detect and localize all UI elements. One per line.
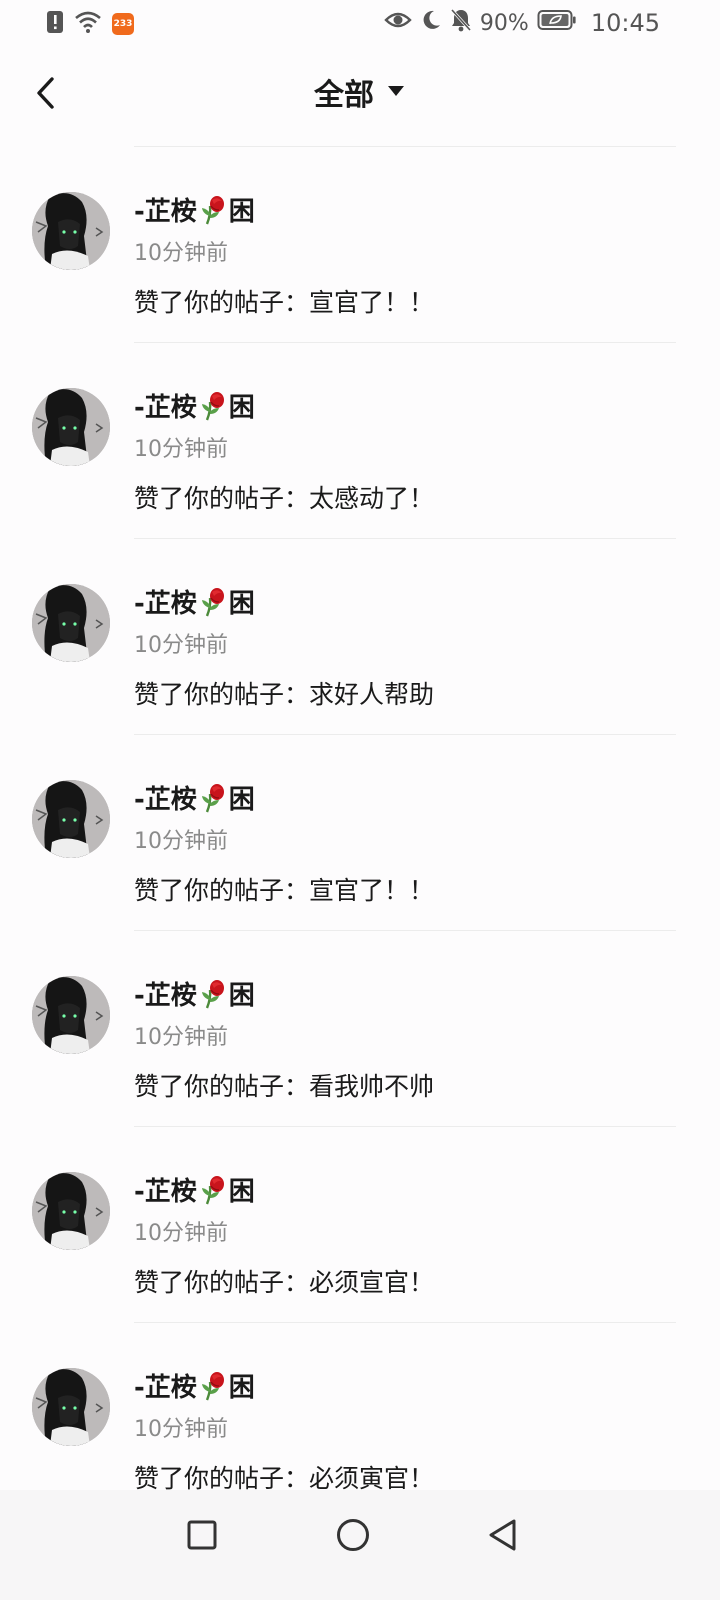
notification-text[interactable]: 赞了你的帖子：太感动了！ xyxy=(134,479,434,515)
timestamp: 10分钟前 xyxy=(134,829,228,854)
wifi-icon xyxy=(74,10,102,38)
user-name[interactable]: -芷桉 困 xyxy=(134,583,255,620)
user-name-suffix: 困 xyxy=(228,785,255,815)
user-name-prefix: -芷桉 xyxy=(134,197,197,227)
wilted-rose-icon xyxy=(199,1174,227,1206)
eye-icon xyxy=(384,10,412,36)
user-name[interactable]: -芷桉 困 xyxy=(134,779,255,816)
user-name-prefix: -芷桉 xyxy=(134,1373,197,1403)
notification-item[interactable]: -芷桉 困 10分钟前 赞了你的帖子：宣官了！！ xyxy=(0,147,720,343)
back-triangle-icon xyxy=(487,1518,519,1556)
system-nav-bar xyxy=(0,1490,720,1600)
notification-text[interactable]: 赞了你的帖子：必须宣官！ xyxy=(134,1263,434,1299)
moon-icon xyxy=(420,9,442,37)
clock: 10:45 xyxy=(590,9,660,37)
avatar[interactable] xyxy=(32,976,110,1054)
recents-square-icon xyxy=(186,1519,218,1555)
notifications-screen: 233 90% 10:45 全部 -芷桉 困 10分钟前 赞了你的帖子：宣官了！… xyxy=(0,0,720,1600)
avatar[interactable] xyxy=(32,584,110,662)
user-name[interactable]: -芷桉 困 xyxy=(134,975,255,1012)
notification-item[interactable]: -芷桉 困 10分钟前 赞了你的帖子：必须宣官！ xyxy=(0,1127,720,1323)
filter-dropdown[interactable]: 全部 xyxy=(0,70,720,114)
avatar[interactable] xyxy=(32,192,110,270)
user-name-prefix: -芷桉 xyxy=(134,589,197,619)
notification-item[interactable]: -芷桉 困 10分钟前 赞了你的帖子：看我帅不帅 xyxy=(0,931,720,1127)
recents-button[interactable] xyxy=(177,1512,227,1562)
home-button[interactable] xyxy=(328,1512,378,1562)
avatar[interactable] xyxy=(32,1368,110,1446)
page-title: 全部 xyxy=(314,78,374,113)
wilted-rose-icon xyxy=(199,390,227,422)
user-name-prefix: -芷桉 xyxy=(134,785,197,815)
wilted-rose-icon xyxy=(199,1370,227,1402)
user-name[interactable]: -芷桉 困 xyxy=(134,387,255,424)
notification-text[interactable]: 赞了你的帖子：宣官了！！ xyxy=(134,283,434,319)
notification-item[interactable]: -芷桉 困 10分钟前 赞了你的帖子：太感动了！ xyxy=(0,343,720,539)
user-name[interactable]: -芷桉 困 xyxy=(134,1171,255,1208)
battery-icon xyxy=(537,9,577,37)
status-bar-right: 90% 10:45 xyxy=(384,8,660,38)
avatar[interactable] xyxy=(32,388,110,466)
status-bar-left: 233 xyxy=(46,10,134,38)
user-name-suffix: 困 xyxy=(228,981,255,1011)
notification-item[interactable]: -芷桉 困 10分钟前 赞了你的帖子：求好人帮助 xyxy=(0,539,720,735)
user-name-suffix: 困 xyxy=(228,393,255,423)
alert-icon xyxy=(46,10,64,38)
wilted-rose-icon xyxy=(199,978,227,1010)
user-name-prefix: -芷桉 xyxy=(134,1177,197,1207)
notification-text[interactable]: 赞了你的帖子：看我帅不帅 xyxy=(134,1067,434,1103)
back-nav-button[interactable] xyxy=(478,1512,528,1562)
wilted-rose-icon xyxy=(199,194,227,226)
user-name[interactable]: -芷桉 困 xyxy=(134,191,255,228)
notification-text[interactable]: 赞了你的帖子：宣官了！！ xyxy=(134,871,434,907)
user-name-suffix: 困 xyxy=(228,1373,255,1403)
wilted-rose-icon xyxy=(199,782,227,814)
wilted-rose-icon xyxy=(199,586,227,618)
bell-off-icon xyxy=(450,8,472,38)
notification-text[interactable]: 赞了你的帖子：求好人帮助 xyxy=(134,675,434,711)
timestamp: 10分钟前 xyxy=(134,1221,228,1246)
user-name-suffix: 困 xyxy=(228,1177,255,1207)
timestamp: 10分钟前 xyxy=(134,1417,228,1442)
home-circle-icon xyxy=(335,1517,371,1557)
battery-percent: 90% xyxy=(479,10,529,36)
user-name-prefix: -芷桉 xyxy=(134,393,197,423)
user-name-prefix: -芷桉 xyxy=(134,981,197,1011)
user-name[interactable]: -芷桉 困 xyxy=(134,1367,255,1404)
header: 全部 xyxy=(0,56,720,136)
timestamp: 10分钟前 xyxy=(134,437,228,462)
notification-list: -芷桉 困 10分钟前 赞了你的帖子：宣官了！！ -芷桉 困 10分钟前 赞了你… xyxy=(0,147,720,1519)
timestamp: 10分钟前 xyxy=(134,1025,228,1050)
user-name-suffix: 困 xyxy=(228,197,255,227)
caret-down-icon xyxy=(386,83,406,102)
app-badge-icon: 233 xyxy=(112,13,134,35)
timestamp: 10分钟前 xyxy=(134,241,228,266)
user-name-suffix: 困 xyxy=(228,589,255,619)
status-bar: 233 90% 10:45 xyxy=(0,0,720,48)
timestamp: 10分钟前 xyxy=(134,633,228,658)
avatar[interactable] xyxy=(32,1172,110,1250)
avatar[interactable] xyxy=(32,780,110,858)
notification-item[interactable]: -芷桉 困 10分钟前 赞了你的帖子：宣官了！！ xyxy=(0,735,720,931)
